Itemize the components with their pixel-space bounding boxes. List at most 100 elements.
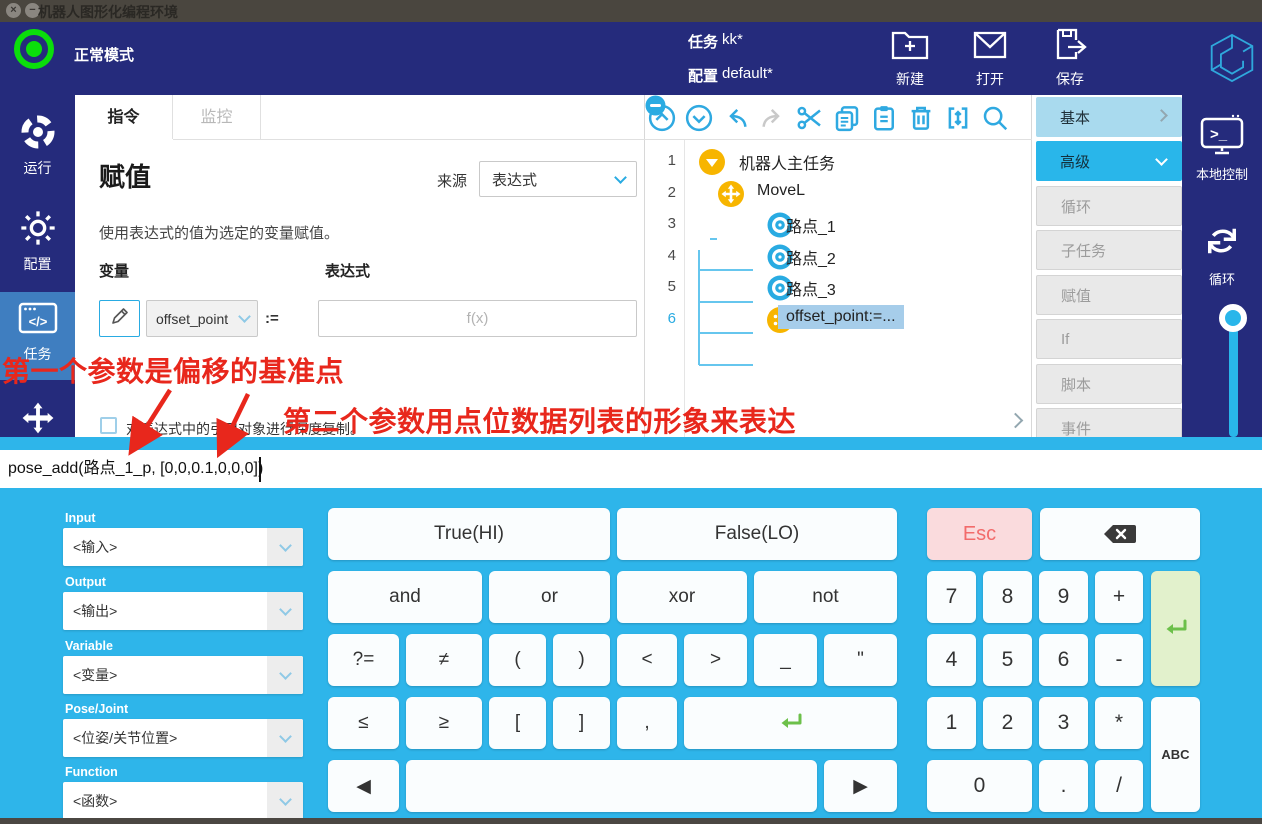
tab-instruction[interactable]: 指令 <box>75 95 172 140</box>
key-*[interactable]: * <box>1095 697 1143 749</box>
bksp-icon <box>1103 523 1137 545</box>
key-symbol-4[interactable]: ) <box>553 634 610 686</box>
selector-dropdown-3[interactable]: <变量> <box>63 656 303 694</box>
library-item-4[interactable]: 子任务 <box>1036 230 1182 270</box>
save-task-button[interactable]: 保存 <box>1040 26 1100 89</box>
tree-item-label[interactable]: 路点_3 <box>778 273 844 303</box>
key-4[interactable]: 4 <box>927 634 976 686</box>
key-backspace[interactable] <box>1040 508 1200 560</box>
key-9[interactable]: 9 <box>1039 571 1088 623</box>
sidebar-item-config[interactable]: 配置 <box>0 208 75 274</box>
key-0[interactable]: 0 <box>927 760 1032 812</box>
key-symbol-6[interactable]: > <box>684 634 747 686</box>
library-item-7[interactable]: 脚本 <box>1036 364 1182 404</box>
new-task-button[interactable]: 新建 <box>880 26 940 89</box>
key--[interactable]: - <box>1095 634 1143 686</box>
key-symbol-r4-1[interactable]: ≤ <box>328 697 399 749</box>
loop-mode-button[interactable]: 循环 <box>1182 220 1262 288</box>
library-item-2[interactable]: 高级 <box>1036 141 1182 181</box>
library-item-label: 赋值 <box>1061 285 1091 306</box>
open-task-button[interactable]: 打开 <box>960 26 1020 89</box>
tree-item-label[interactable]: 路点_2 <box>778 242 844 272</box>
selector-value: <变量> <box>73 656 117 694</box>
tab-monitor[interactable]: 监控 <box>173 95 260 140</box>
deep-copy-checkbox[interactable] <box>100 417 117 434</box>
source-label: 来源 <box>437 170 467 191</box>
key-symbol-r4-2[interactable]: ≥ <box>406 697 482 749</box>
key-+[interactable]: + <box>1095 571 1143 623</box>
mode-label: 正常模式 <box>74 44 134 65</box>
tree-row-number: 1 <box>648 152 676 169</box>
expression-input[interactable] <box>318 300 637 337</box>
key-7[interactable]: 7 <box>927 571 976 623</box>
sidebar-item-move[interactable] <box>0 400 75 441</box>
key-false-lo[interactable]: False(LO) <box>617 508 897 560</box>
source-dropdown[interactable]: 表达式 <box>479 161 637 197</box>
key-and[interactable]: and <box>328 571 482 623</box>
key-symbol-r4-5[interactable]: , <box>617 697 677 749</box>
library-item-label: 基本 <box>1060 107 1090 128</box>
key-space[interactable] <box>406 760 817 812</box>
key-symbol-r4-3[interactable]: [ <box>489 697 546 749</box>
key-8[interactable]: 8 <box>983 571 1032 623</box>
selector-dropdown-5[interactable]: <函数> <box>63 782 303 820</box>
library-item-6[interactable]: If <box>1036 319 1182 359</box>
tree-item-label[interactable]: 机器人主任务 <box>731 147 843 177</box>
tree-rows-container: 1机器人主任务2MoveL3路点_14路点_25路点_36offset_poin… <box>645 95 1032 437</box>
key-cursor-left[interactable]: ◀ <box>328 760 399 812</box>
rename-variable-button[interactable] <box>99 300 140 337</box>
tree-item-label[interactable]: 路点_1 <box>778 210 844 240</box>
key-symbol-5[interactable]: < <box>617 634 677 686</box>
loop-icon <box>1201 249 1243 266</box>
key-5[interactable]: 5 <box>983 634 1032 686</box>
sidebar-item-run[interactable]: 运行 <box>0 112 75 178</box>
library-item-3[interactable]: 循环 <box>1036 186 1182 226</box>
key-enter-wide[interactable] <box>684 697 897 749</box>
key-esc[interactable]: Esc <box>927 508 1032 560</box>
key-6[interactable]: 6 <box>1039 634 1088 686</box>
open-icon <box>970 49 1010 66</box>
library-item-1[interactable]: 基本 <box>1036 97 1182 137</box>
key-abc[interactable]: ABC <box>1151 697 1200 812</box>
config-label: 配置 <box>688 65 718 86</box>
chevron-down-icon <box>267 782 303 820</box>
key-not[interactable]: not <box>754 571 897 623</box>
speed-slider-track[interactable] <box>1229 318 1238 437</box>
tree-collapse-minus-icon[interactable] <box>645 95 666 116</box>
key-symbol-1[interactable]: ?= <box>328 634 399 686</box>
selector-dropdown-4[interactable]: <位姿/关节位置> <box>63 719 303 757</box>
selector-dropdown-1[interactable]: <输入> <box>63 528 303 566</box>
local-control-button[interactable]: >_ 本地控制 <box>1182 113 1262 183</box>
library-item-label: 事件 <box>1061 418 1091 439</box>
key-symbol-3[interactable]: ( <box>489 634 546 686</box>
key-symbol-2[interactable]: ≠ <box>406 634 482 686</box>
speed-slider-knob[interactable] <box>1219 304 1247 332</box>
library-item-label: 脚本 <box>1061 374 1091 395</box>
library-item-label: If <box>1061 331 1069 348</box>
key-slash[interactable]: / <box>1095 760 1143 812</box>
key-symbol-8[interactable]: " <box>824 634 897 686</box>
tree-item-label[interactable]: offset_point:=... <box>778 305 904 329</box>
key-cursor-right[interactable]: ▶ <box>824 760 897 812</box>
selector-dropdown-2[interactable]: <输出> <box>63 592 303 630</box>
panel-collapse-icon[interactable] <box>1010 413 1021 431</box>
tree-item-label[interactable]: MoveL <box>749 179 813 203</box>
key-2[interactable]: 2 <box>983 697 1032 749</box>
expression-edit-bar[interactable]: pose_add(路点_1_p, [0,0,0.1,0,0,0]) <box>0 450 1262 488</box>
library-item-label: 循环 <box>1061 196 1091 217</box>
enter-icon <box>1163 618 1189 640</box>
key-3[interactable]: 3 <box>1039 697 1088 749</box>
key-or[interactable]: or <box>489 571 610 623</box>
key-dot[interactable]: . <box>1039 760 1088 812</box>
key-1[interactable]: 1 <box>927 697 976 749</box>
mode-indicator-dot <box>26 41 42 57</box>
key-enter[interactable] <box>1151 571 1200 686</box>
key-xor[interactable]: xor <box>617 571 747 623</box>
tabbar-border <box>173 139 645 140</box>
variable-dropdown[interactable]: offset_point <box>146 300 258 337</box>
key-true-hi[interactable]: True(HI) <box>328 508 610 560</box>
key-symbol-r4-4[interactable]: ] <box>553 697 610 749</box>
window-close-button[interactable]: × <box>6 3 21 18</box>
library-item-5[interactable]: 赋值 <box>1036 275 1182 315</box>
key-symbol-7[interactable]: _ <box>754 634 817 686</box>
